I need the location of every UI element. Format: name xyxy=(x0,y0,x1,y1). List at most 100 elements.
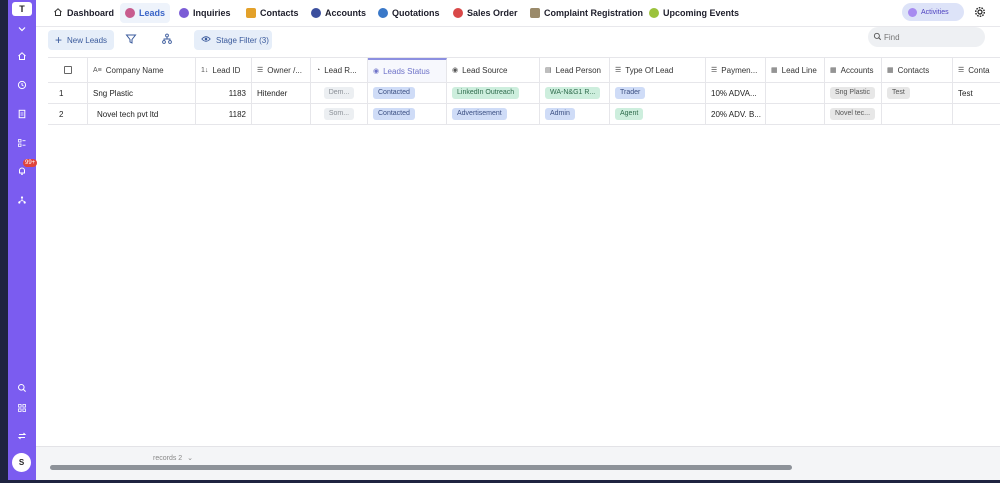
column-header-leads-status[interactable]: ◉ Leads Status xyxy=(368,58,447,82)
column-label: Paymen... xyxy=(721,65,758,75)
column-header-lead-source[interactable]: ◉ Lead Source xyxy=(447,58,540,82)
column-header-owner[interactable]: ☰ Owner /... xyxy=(252,58,311,82)
payment-cell[interactable]: 20% ADV. B... xyxy=(706,104,766,124)
horizontal-scrollbar[interactable] xyxy=(50,465,792,470)
column-header-type-of-lead[interactable]: ☰ Type Of Lead xyxy=(610,58,706,82)
sales-order-icon xyxy=(453,8,463,18)
status-chip: Contacted xyxy=(373,108,415,120)
accounts-cell[interactable]: Novel tec... xyxy=(825,104,882,124)
conta-cell[interactable] xyxy=(953,104,1000,124)
stage-filter-button[interactable]: Stage Filter (3) xyxy=(194,30,272,50)
tab-inquiries[interactable]: Inquiries xyxy=(174,3,236,23)
company-name-cell[interactable]: Sng Plastic xyxy=(88,83,196,103)
tab-complaint-registration[interactable]: Complaint Registration xyxy=(525,3,648,23)
table-row[interactable]: 1 Sng Plastic 1183 Hitender Dem... Conta… xyxy=(48,83,1000,104)
owner-cell[interactable]: Hitender xyxy=(252,83,311,103)
network-icon[interactable] xyxy=(8,193,36,207)
column-header-payment[interactable]: ☰ Paymen... xyxy=(706,58,766,82)
contacts-icon xyxy=(246,8,256,18)
workspace-switcher[interactable]: T xyxy=(12,2,32,16)
home-icon[interactable] xyxy=(8,49,36,63)
records-count: records 2 ⌄ xyxy=(153,454,193,462)
contact-chip: Test xyxy=(887,87,910,99)
column-header-lead-person[interactable]: ▤ Lead Person xyxy=(540,58,610,82)
column-label: Owner /... xyxy=(267,65,302,75)
payment-cell[interactable]: 10% ADVA... xyxy=(706,83,766,103)
swap-icon[interactable] xyxy=(8,429,36,443)
lead-source-cell[interactable]: Advertisement xyxy=(447,104,540,124)
tab-accounts[interactable]: Accounts xyxy=(306,3,371,23)
lead-line-cell[interactable] xyxy=(766,83,825,103)
column-header-conta[interactable]: ☰ Conta xyxy=(953,58,1000,82)
records-label: records 2 xyxy=(153,455,183,462)
tab-label: Quotations xyxy=(392,8,440,18)
lead-r-cell[interactable]: Som... xyxy=(311,104,368,124)
events-icon xyxy=(649,8,659,18)
column-header-lead-line[interactable]: ▦ Lead Line xyxy=(766,58,825,82)
column-header-lead-r[interactable]: ◔ Lead R... xyxy=(311,58,368,82)
avatar[interactable]: S xyxy=(12,453,31,472)
column-label: Lead Line xyxy=(781,65,817,75)
table-row[interactable]: 2 Novel tech pvt ltd 1182 Som... Contact… xyxy=(48,104,1000,125)
owner-cell[interactable] xyxy=(252,104,311,124)
tab-label: Accounts xyxy=(325,8,367,18)
grid-list-icon[interactable] xyxy=(8,136,36,150)
column-header-contacts[interactable]: ▦ Contacts xyxy=(882,58,953,82)
contacts-cell[interactable] xyxy=(882,104,953,124)
number-field-icon: 1↓ xyxy=(201,66,209,74)
clock-icon[interactable] xyxy=(8,78,36,92)
account-chip: Novel tec... xyxy=(830,108,876,120)
person-chip: WA-N&G1 R... xyxy=(545,87,601,99)
chevron-down-icon[interactable] xyxy=(8,22,36,36)
accounts-cell[interactable]: Sng Plastic xyxy=(825,83,882,103)
toolbar: + New Leads Stage Filter (3) xyxy=(36,27,1000,55)
document-icon[interactable] xyxy=(8,107,36,121)
tab-dashboard[interactable]: Dashboard xyxy=(48,3,119,23)
lead-r-cell[interactable]: Dem... xyxy=(311,83,368,103)
column-label: Leads Status xyxy=(383,66,430,76)
column-label: Type Of Lead xyxy=(625,65,674,75)
lead-person-cell[interactable]: WA-N&G1 R... xyxy=(540,83,610,103)
column-label: Lead Person xyxy=(555,65,601,75)
tab-sales-order[interactable]: Sales Order xyxy=(448,3,523,23)
top-tab-bar: Dashboard Leads Inquiries Contacts Accou… xyxy=(36,0,1000,27)
hierarchy-icon[interactable] xyxy=(160,32,174,46)
column-header-company-name[interactable]: A≡ Company Name xyxy=(88,58,196,82)
stage-filter-label: Stage Filter (3) xyxy=(216,35,269,45)
lead-id-cell[interactable]: 1183 xyxy=(196,83,252,103)
company-name-cell[interactable]: Novel tech pvt ltd xyxy=(88,104,196,124)
chevron-down-icon[interactable]: ⌄ xyxy=(187,455,193,462)
tab-upcoming-events[interactable]: Upcoming Events xyxy=(644,3,744,23)
column-header-accounts[interactable]: ▦ Accounts xyxy=(825,58,882,82)
conta-cell[interactable]: Test xyxy=(953,83,1000,103)
tab-label: Upcoming Events xyxy=(663,8,740,18)
gear-icon[interactable] xyxy=(974,6,986,18)
column-header-lead-id[interactable]: 1↓ Lead ID xyxy=(196,58,252,82)
status-field-icon: ◉ xyxy=(373,68,380,75)
leads-status-cell[interactable]: Contacted xyxy=(368,104,447,124)
lead-line-cell[interactable] xyxy=(766,104,825,124)
select-all-checkbox[interactable] xyxy=(48,58,88,82)
leads-status-cell[interactable]: Contacted xyxy=(368,83,447,103)
new-leads-button[interactable]: + New Leads xyxy=(48,30,114,50)
window-edge xyxy=(0,0,8,483)
find-input[interactable] xyxy=(884,32,974,42)
activities-button[interactable]: Activities xyxy=(902,3,964,21)
type-of-lead-cell[interactable]: Trader xyxy=(610,83,706,103)
tab-quotations[interactable]: Quotations xyxy=(373,3,445,23)
lead-id-cell[interactable]: 1182 xyxy=(196,104,252,124)
tab-contacts[interactable]: Contacts xyxy=(241,3,304,23)
complaint-icon xyxy=(530,8,540,18)
new-leads-label: New Leads xyxy=(67,35,108,45)
inquiries-icon xyxy=(179,8,189,18)
lead-source-cell[interactable]: LinkedIn Outreach xyxy=(447,83,540,103)
apps-icon[interactable] xyxy=(8,401,36,415)
tab-leads[interactable]: Leads xyxy=(120,3,171,23)
contacts-cell[interactable]: Test xyxy=(882,83,953,103)
lead-person-cell[interactable]: Admin xyxy=(540,104,610,124)
sidebar: T 99+ S xyxy=(8,0,38,480)
filter-icon[interactable] xyxy=(124,32,138,46)
find-box[interactable] xyxy=(868,27,985,47)
type-of-lead-cell[interactable]: Agent xyxy=(610,104,706,124)
search-icon[interactable] xyxy=(8,381,36,395)
